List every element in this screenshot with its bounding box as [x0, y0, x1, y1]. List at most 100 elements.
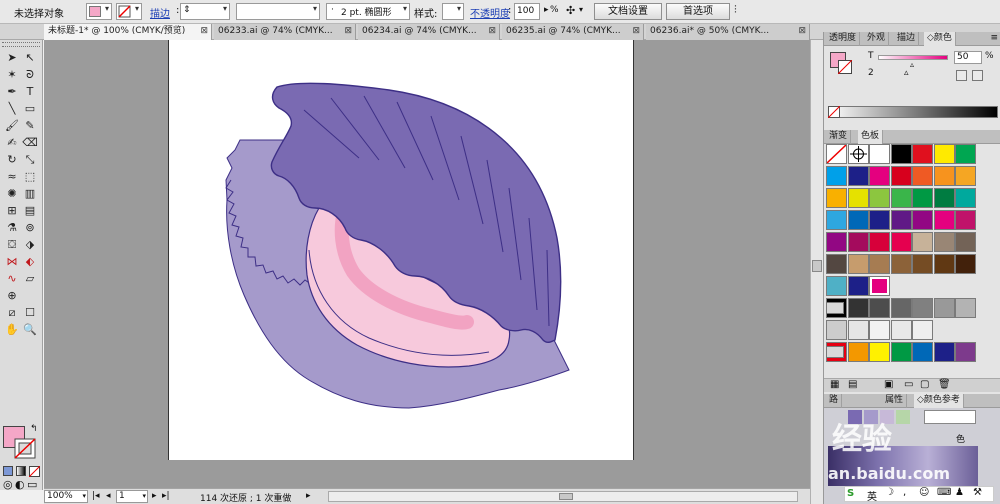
swatch[interactable] — [890, 210, 912, 230]
swatch[interactable] — [955, 210, 976, 230]
guide-swatch[interactable] — [896, 410, 910, 424]
type-tool-icon[interactable]: T — [21, 84, 39, 100]
rotate-tool-icon[interactable]: ↻ — [3, 152, 21, 168]
panel-menu-icon[interactable]: ≡ — [990, 33, 998, 43]
brush-definition-dropdown[interactable]: · 2 pt. 椭圆形 ▾ — [326, 3, 410, 20]
tab-attributes[interactable]: 属性 — [882, 394, 908, 408]
swatch[interactable] — [933, 210, 955, 230]
swatch[interactable] — [890, 232, 912, 252]
swatch[interactable] — [933, 188, 955, 208]
ime-keyboard-icon[interactable]: ⌨ — [937, 487, 951, 498]
eraser-tool-icon[interactable]: ⌫ — [21, 135, 39, 151]
delete-swatch-icon[interactable]: 🗑 — [938, 379, 951, 390]
tint-slider-handle[interactable]: ▵ — [910, 60, 914, 69]
swatch[interactable] — [869, 342, 890, 362]
ime-settings-icon[interactable]: ⚒ — [973, 487, 982, 498]
swatch-options-icon[interactable]: ▣ — [884, 379, 893, 390]
previous-artboard-button[interactable]: ◂ — [106, 491, 111, 501]
tab-stroke[interactable]: 描边 — [894, 32, 920, 46]
swatch[interactable] — [847, 210, 869, 230]
tab-appearance[interactable]: 外观 — [864, 32, 890, 46]
swatch[interactable] — [847, 188, 869, 208]
stroke-swatch-large[interactable] — [14, 438, 38, 460]
swatch[interactable] — [847, 342, 869, 362]
stroke-color-picker[interactable]: ▾ — [116, 3, 142, 20]
document-tab[interactable]: 06236.ai* @ 50% (CMYK... ⊠ — [646, 24, 810, 40]
ime-language-label[interactable]: 英 — [867, 488, 877, 503]
artboard-tool-icon[interactable]: ☐ — [21, 305, 39, 321]
draw-behind-icon[interactable]: ◐ — [15, 478, 25, 491]
color-group-folder-icon[interactable] — [826, 302, 844, 314]
swatch-none[interactable] — [826, 144, 847, 164]
next-artboard-button[interactable]: ▸ — [152, 491, 157, 501]
tab-gradient[interactable]: 渐变 — [826, 130, 852, 144]
slice-tool-icon[interactable]: ⧄ — [3, 305, 21, 321]
swatch[interactable] — [890, 298, 912, 318]
swatch[interactable] — [826, 276, 847, 296]
swatch[interactable] — [955, 254, 976, 274]
document-setup-button[interactable]: 文档设置 — [594, 3, 662, 20]
live-paint-tool-icon[interactable]: ⛋ — [3, 237, 21, 253]
ime-moon-icon[interactable]: ☽ — [885, 487, 894, 498]
ime-user-icon[interactable]: ♟ — [955, 487, 964, 498]
swatch[interactable] — [955, 232, 976, 252]
vertical-scrollbar[interactable] — [810, 40, 823, 504]
artboard[interactable] — [168, 40, 634, 460]
swatch[interactable] — [869, 232, 890, 252]
close-icon[interactable]: ⊠ — [798, 24, 806, 39]
swatch[interactable] — [890, 342, 912, 362]
tab-pathfinder[interactable]: 路 — [826, 394, 843, 408]
curve-tool-icon[interactable]: ∿ — [3, 271, 21, 287]
variable-width-profile-dropdown[interactable]: ▾ — [236, 3, 320, 20]
ime-toolbar[interactable]: S 英 ☽ , ☺ ⌨ ♟ ⚒ — [844, 486, 994, 503]
swap-fill-stroke-icon[interactable]: ↰ — [30, 424, 38, 434]
paintbrush-tool-icon[interactable]: 🖌 — [3, 118, 21, 134]
swatch[interactable] — [869, 320, 890, 340]
gradient-tool-icon[interactable]: ▤ — [21, 203, 39, 219]
artboard-number-field[interactable]: 1 ▾ — [116, 490, 148, 503]
screen-mode-icon[interactable]: ▭ — [27, 478, 37, 491]
stroke-link[interactable]: 描边 — [150, 5, 170, 20]
rectangle-tool-icon[interactable]: ▭ — [21, 101, 39, 117]
selection-tool-icon[interactable]: ➤ — [3, 50, 21, 66]
eyedropper-tool-icon[interactable]: ⚗ — [3, 220, 21, 236]
graphic-style-picker[interactable]: ▾ — [442, 3, 464, 20]
free-transform-tool-icon[interactable]: ⬚ — [21, 169, 39, 185]
none-mode-icon[interactable] — [29, 466, 40, 477]
swatch[interactable] — [912, 254, 933, 274]
tab-color[interactable]: ◇颜色 — [924, 32, 956, 46]
none-color-icon[interactable] — [828, 106, 840, 118]
swatch[interactable] — [826, 188, 847, 208]
swatch[interactable] — [933, 144, 955, 164]
direct-selection-tool-icon[interactable]: ↖ — [21, 50, 39, 66]
swatch[interactable] — [912, 210, 933, 230]
swatch[interactable] — [933, 166, 955, 186]
gradient-mode-icon[interactable] — [16, 466, 26, 476]
hand-tool-icon[interactable]: ✋ — [3, 322, 21, 338]
opacity-link[interactable]: 不透明度 — [470, 5, 510, 20]
crosshair-tool-icon[interactable]: ⊕ — [3, 288, 21, 304]
close-icon[interactable]: ⊠ — [632, 24, 640, 39]
tint-value-input[interactable]: 50 — [954, 51, 982, 64]
arrange-documents-icon[interactable]: ⫶ — [734, 3, 737, 17]
scallop-shell-artwork[interactable] — [169, 40, 635, 460]
swatch[interactable] — [933, 342, 955, 362]
swatch[interactable] — [912, 232, 933, 252]
tab-transparency[interactable]: 透明度 — [826, 32, 861, 46]
horizontal-scrollbar[interactable] — [328, 491, 798, 502]
draw-normal-icon[interactable]: ◎ — [3, 478, 13, 491]
swatch[interactable] — [912, 298, 933, 318]
swatch[interactable] — [933, 298, 955, 318]
swatch[interactable] — [955, 298, 976, 318]
swatch[interactable] — [847, 166, 869, 186]
chevron-down-icon[interactable]: ▾ — [579, 5, 583, 14]
swatch[interactable] — [890, 320, 912, 340]
swatch[interactable] — [955, 188, 976, 208]
swatch[interactable] — [869, 254, 890, 274]
first-artboard-button[interactable]: |◂ — [92, 491, 100, 501]
swatch[interactable] — [826, 254, 847, 274]
warp-tool-icon[interactable]: ≈ — [3, 169, 21, 185]
swatch[interactable] — [869, 276, 890, 296]
swatch[interactable] — [869, 144, 890, 164]
show-kinds-icon[interactable]: ▤ — [848, 379, 857, 390]
